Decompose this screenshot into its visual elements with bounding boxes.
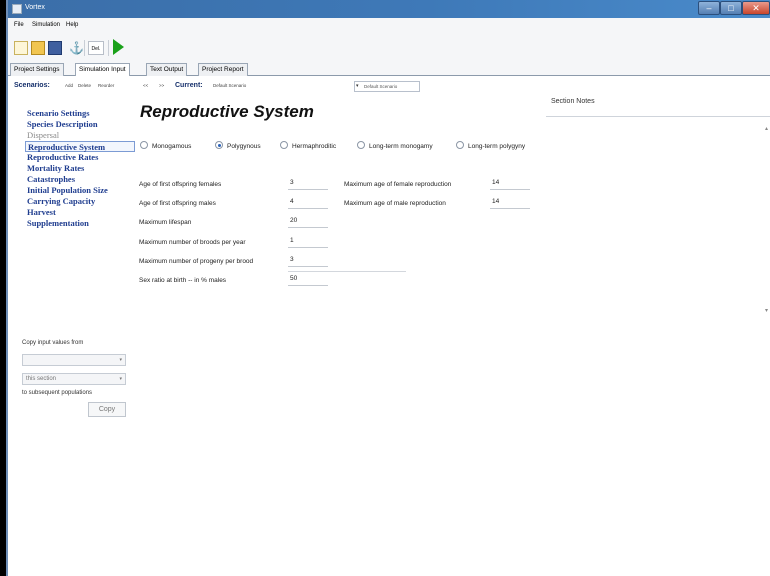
radio-circle-icon bbox=[357, 141, 365, 149]
copy-to-label: to subsequent populations bbox=[22, 390, 93, 396]
current-scenario-name: Default Scenario bbox=[213, 83, 247, 88]
copy-from-select[interactable]: ▾ bbox=[22, 354, 126, 366]
current-label: Current: bbox=[175, 82, 203, 89]
nav-reproductive-rates[interactable]: Reproductive Rates bbox=[25, 152, 135, 163]
title-bar: Vortex – □ ✕ bbox=[8, 0, 770, 18]
tab-text-output[interactable]: Text Output bbox=[146, 63, 188, 76]
menu-simulation[interactable]: Simulation bbox=[32, 22, 60, 28]
nav-carrying-capacity[interactable]: Carrying Capacity bbox=[25, 196, 135, 207]
tab-bar: Project Settings Simulation Input Text O… bbox=[8, 62, 770, 77]
help-icon[interactable]: ⚓ bbox=[69, 41, 84, 55]
label-max-progeny-per-brood: Maximum number of progeny per brood bbox=[139, 258, 254, 265]
scenarios-label: Scenarios: bbox=[14, 82, 50, 89]
input-max-age-male-reproduction[interactable]: 14 bbox=[490, 196, 530, 209]
input-max-age-female-reproduction[interactable]: 14 bbox=[490, 177, 530, 190]
nav-catastrophes[interactable]: Catastrophes bbox=[25, 174, 135, 185]
radio-circle-icon bbox=[456, 141, 464, 149]
radio-label: Long-term monogamy bbox=[369, 143, 433, 150]
minimize-button[interactable]: – bbox=[698, 1, 720, 15]
chevron-down-icon: ▾ bbox=[356, 83, 359, 89]
menu-help[interactable]: Help bbox=[66, 22, 78, 28]
section-notes-label: Section Notes bbox=[551, 98, 595, 105]
input-max-broods-per-year[interactable]: 1 bbox=[288, 235, 328, 248]
scenario-bar: Scenarios: Add Delete Reorder << >> Curr… bbox=[8, 76, 770, 96]
tab-project-settings[interactable]: Project Settings bbox=[10, 63, 64, 76]
chevron-down-icon: ▾ bbox=[119, 376, 122, 382]
label-age-first-offspring-females: Age of first offspring females bbox=[139, 181, 222, 188]
close-button[interactable]: ✕ bbox=[742, 1, 770, 15]
radio-label: Long-term polygyny bbox=[468, 143, 526, 150]
maximize-button[interactable]: □ bbox=[720, 1, 742, 15]
nav-reproductive-system[interactable]: Reproductive System bbox=[25, 141, 135, 152]
radio-hermaphroditic[interactable]: Hermaphroditic bbox=[280, 141, 336, 150]
label-max-broods-per-year: Maximum number of broods per year bbox=[139, 239, 246, 246]
radio-circle-icon bbox=[280, 141, 288, 149]
label-max-age-male-reproduction: Maximum age of male reproduction bbox=[344, 200, 446, 207]
chevron-down-icon: ▾ bbox=[119, 357, 122, 363]
copy-title: Copy input values from bbox=[22, 340, 84, 346]
copy-section-select[interactable]: this section ▾ bbox=[22, 373, 126, 385]
radio-label: Monogamous bbox=[152, 143, 192, 150]
open-folder-icon[interactable] bbox=[31, 41, 45, 55]
label-sex-ratio-at-birth: Sex ratio at birth -- in % males bbox=[139, 277, 227, 284]
menu-file[interactable]: File bbox=[14, 22, 24, 28]
mating-system-options: Monogamous Polygynous Hermaphroditic Lon… bbox=[140, 141, 560, 153]
nav-species-description[interactable]: Species Description bbox=[25, 119, 135, 130]
input-sex-ratio-at-birth[interactable]: 50 bbox=[288, 273, 328, 286]
radio-long-term-polygyny[interactable]: Long-term polygyny bbox=[456, 141, 525, 150]
save-icon[interactable] bbox=[48, 41, 62, 55]
radio-circle-icon bbox=[140, 141, 148, 149]
label-age-first-offspring-males: Age of first offspring males bbox=[139, 200, 216, 207]
copy-button[interactable]: Copy bbox=[88, 402, 126, 417]
input-maximum-lifespan[interactable]: 20 bbox=[288, 215, 328, 228]
radio-label: Hermaphroditic bbox=[292, 143, 337, 150]
nav-initial-population-size[interactable]: Initial Population Size bbox=[25, 185, 135, 196]
divider bbox=[288, 271, 406, 272]
app-icon bbox=[12, 4, 22, 14]
radio-long-term-monogamy[interactable]: Long-term monogamy bbox=[357, 141, 433, 150]
next-scenario-button[interactable]: >> bbox=[159, 83, 164, 88]
nav-scenario-settings[interactable]: Scenario Settings bbox=[25, 108, 135, 119]
window-title: Vortex bbox=[25, 4, 45, 11]
copy-section-value: this section bbox=[26, 376, 57, 382]
prev-scenario-button[interactable]: << bbox=[143, 83, 148, 88]
scroll-up-icon[interactable]: ▴ bbox=[765, 125, 768, 132]
new-file-icon[interactable] bbox=[14, 41, 28, 55]
toolbar: ⚓ Del. bbox=[8, 34, 770, 62]
section-nav: Scenario Settings Species Description Di… bbox=[25, 108, 135, 229]
tab-project-report[interactable]: Project Report bbox=[198, 63, 248, 76]
radio-selected-icon bbox=[215, 141, 223, 149]
radio-label: Polygynous bbox=[227, 143, 261, 150]
section-notes-textarea[interactable]: ▴ ▾ bbox=[546, 116, 770, 576]
add-scenario-link[interactable]: Add bbox=[65, 83, 73, 88]
scenario-dropdown[interactable]: ▾ Default Scenario bbox=[354, 81, 420, 92]
nav-dispersal[interactable]: Dispersal bbox=[25, 130, 135, 141]
delete-scenario-link[interactable]: Delete bbox=[78, 83, 91, 88]
nav-harvest[interactable]: Harvest bbox=[25, 207, 135, 218]
nav-supplementation[interactable]: Supplementation bbox=[25, 218, 135, 229]
app-window: Vortex – □ ✕ File Simulation Help ⚓ Del.… bbox=[6, 0, 770, 576]
scroll-down-icon[interactable]: ▾ bbox=[765, 307, 768, 314]
toolbar-separator bbox=[84, 40, 85, 56]
reorder-scenario-link[interactable]: Reorder bbox=[98, 83, 114, 88]
radio-polygynous[interactable]: Polygynous bbox=[215, 141, 261, 150]
delete-button[interactable]: Del. bbox=[88, 41, 104, 55]
input-age-first-offspring-males[interactable]: 4 bbox=[288, 196, 328, 209]
scenario-dropdown-value: Default Scenario bbox=[364, 84, 398, 89]
label-max-age-female-reproduction: Maximum age of female reproduction bbox=[344, 181, 452, 188]
tab-simulation-input[interactable]: Simulation Input bbox=[75, 63, 130, 77]
radio-monogamous[interactable]: Monogamous bbox=[140, 141, 191, 150]
run-icon[interactable] bbox=[113, 39, 124, 55]
section-heading: Reproductive System bbox=[140, 102, 314, 121]
input-max-progeny-per-brood[interactable]: 3 bbox=[288, 254, 328, 267]
nav-mortality-rates[interactable]: Mortality Rates bbox=[25, 163, 135, 174]
label-maximum-lifespan: Maximum lifespan bbox=[139, 219, 192, 226]
toolbar-separator bbox=[108, 40, 109, 56]
input-age-first-offspring-females[interactable]: 3 bbox=[288, 177, 328, 190]
menu-bar: File Simulation Help bbox=[8, 18, 770, 34]
